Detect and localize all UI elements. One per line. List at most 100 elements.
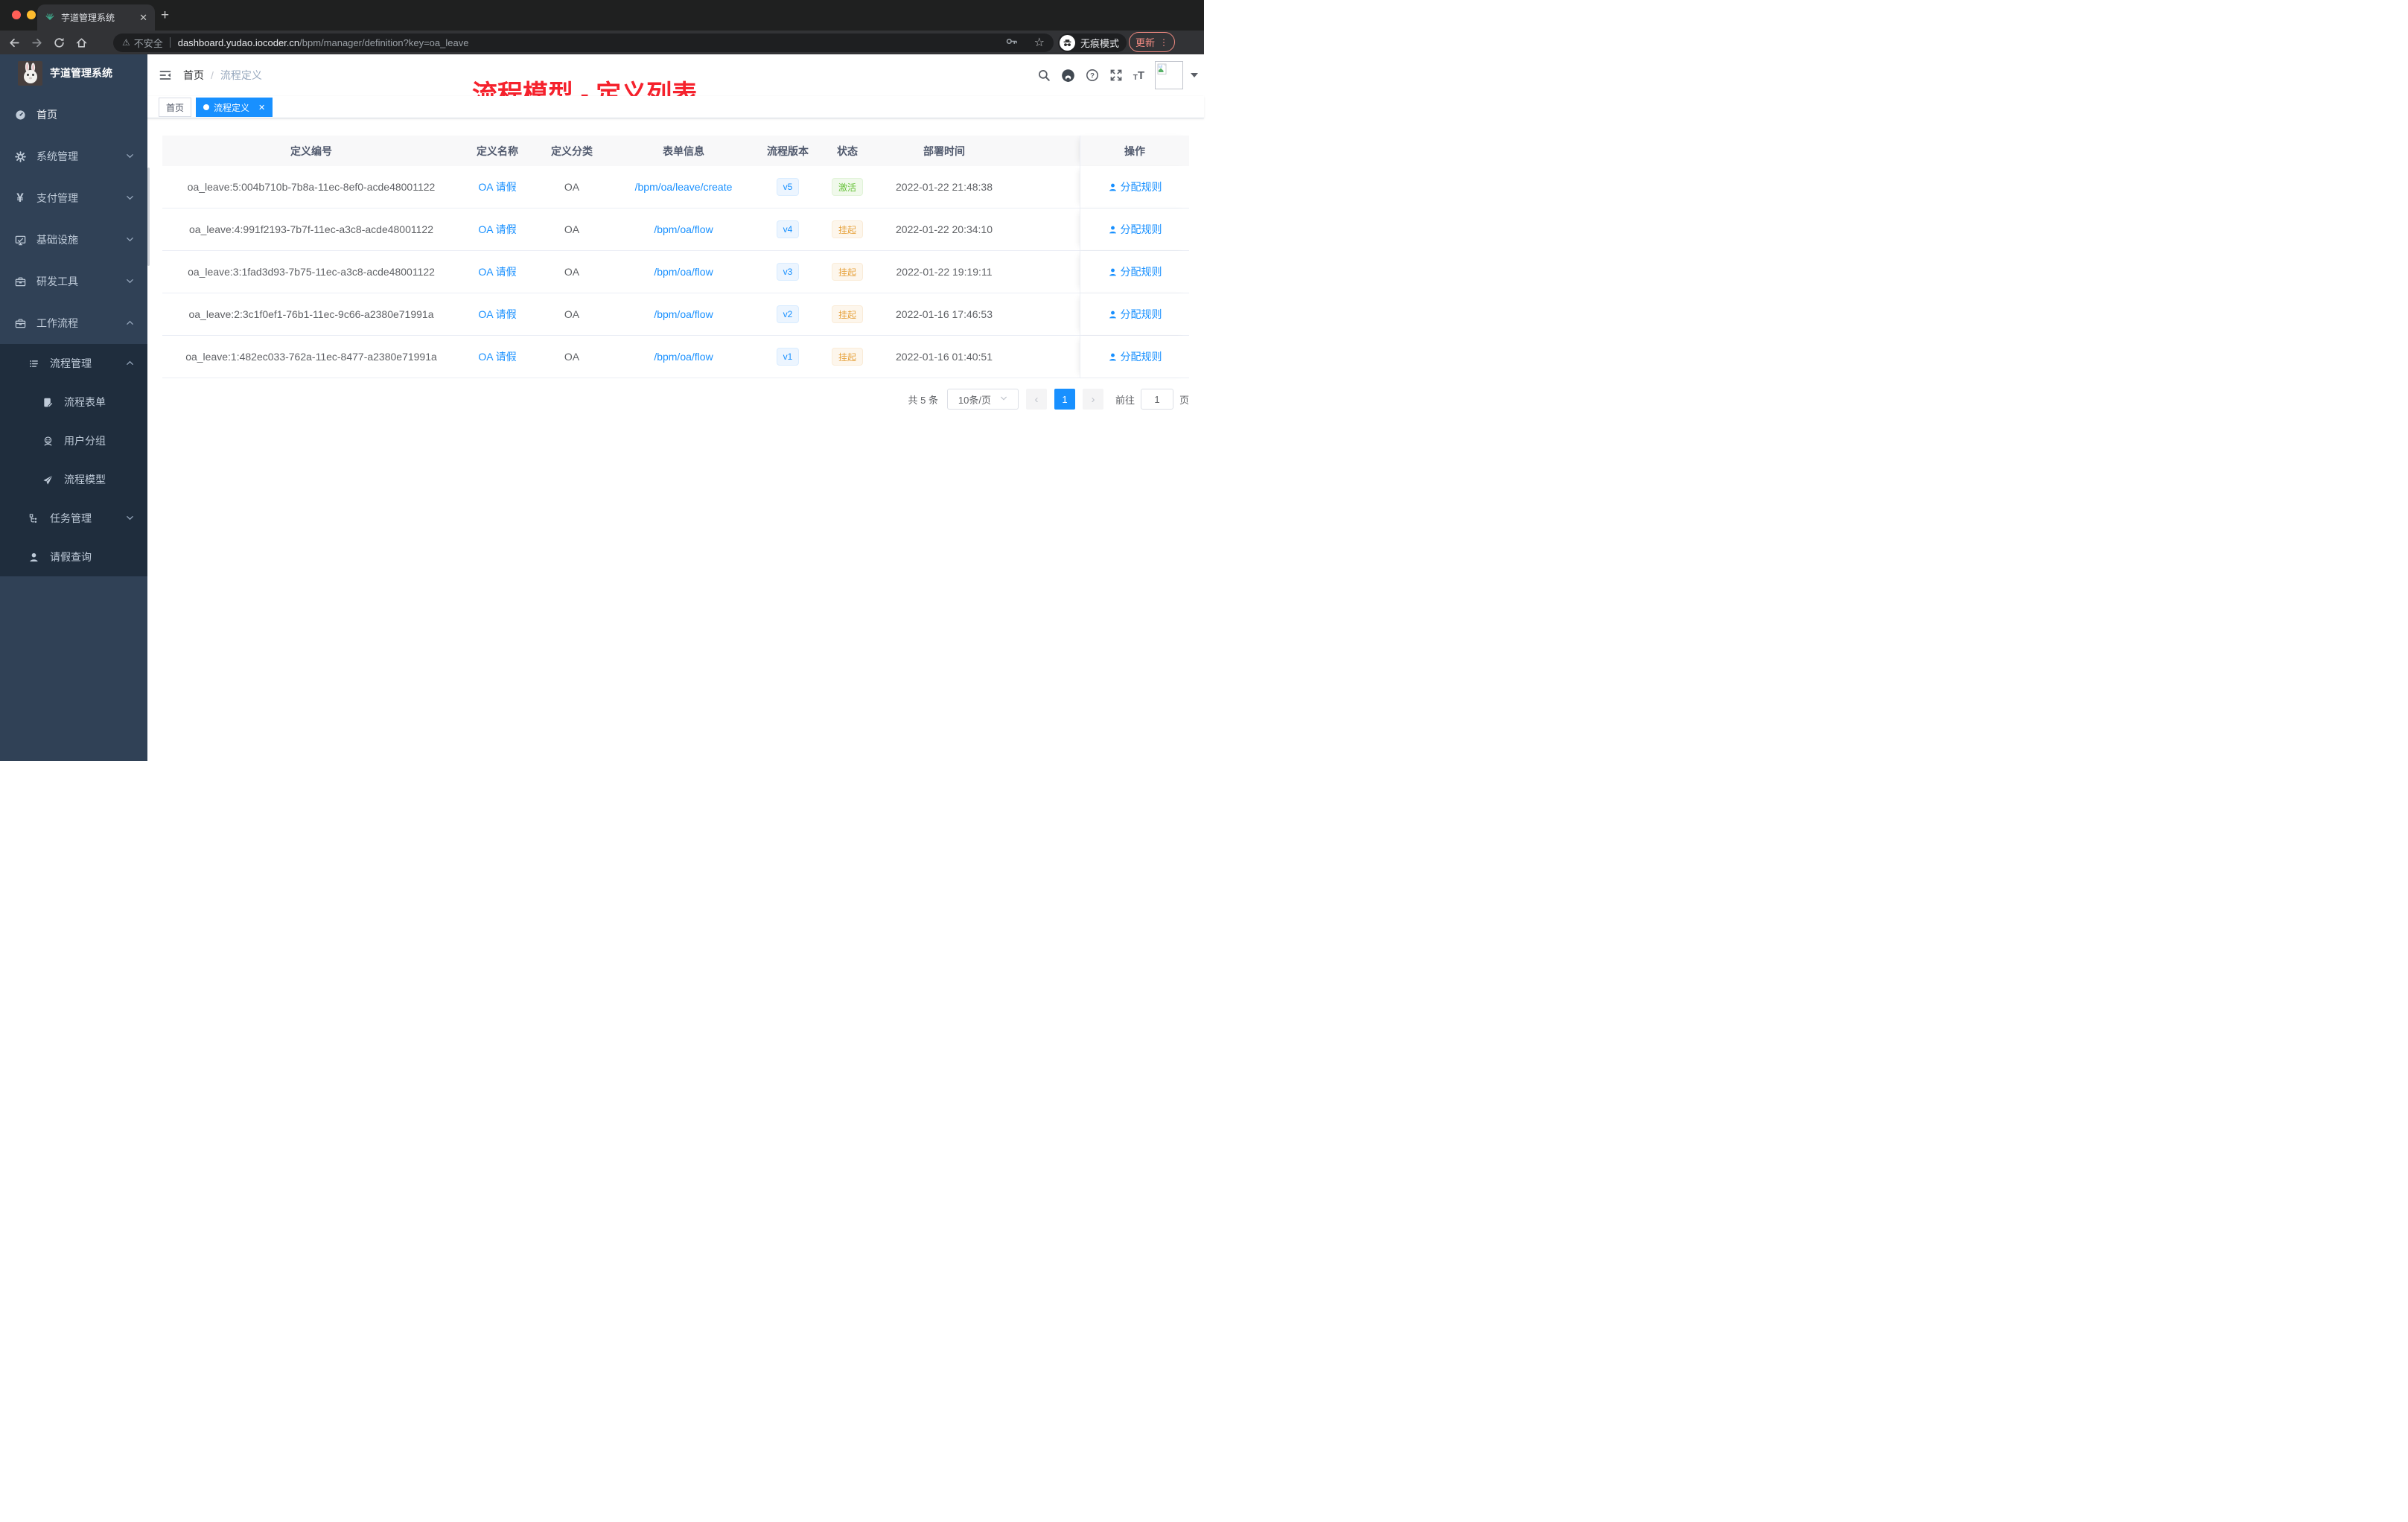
assign-rule-link[interactable]: 分配规则	[1108, 222, 1162, 237]
fullscreen-icon[interactable]	[1109, 69, 1123, 82]
new-tab-button[interactable]: +	[161, 7, 169, 24]
sidebar-item-leave-query[interactable]: 请假查询	[0, 538, 147, 576]
page-number-1[interactable]: 1	[1054, 389, 1075, 410]
goto-page-input[interactable]	[1140, 389, 1173, 410]
form-link[interactable]: /bpm/oa/flow	[654, 351, 713, 363]
sidebar-item-infra[interactable]: 基础设施	[0, 219, 147, 261]
tab-close-icon[interactable]: ✕	[139, 12, 147, 24]
assign-rule-link[interactable]: 分配规则	[1108, 307, 1162, 322]
version-badge: v3	[776, 263, 800, 281]
column-header-actions: 操作	[1080, 136, 1189, 166]
sidebar-item-process-model[interactable]: 流程模型	[0, 460, 147, 499]
sidebar-item-devtools[interactable]: 研发工具	[0, 261, 147, 302]
minimize-window-button[interactable]	[27, 10, 36, 19]
sidebar-item-system[interactable]: 系统管理	[0, 136, 147, 177]
pagination: 共 5 条 10条/页 ‹ 1 › 前往 页	[162, 389, 1189, 410]
sidebar: 芋道管理系统 首页 系统管理 ¥ 支付管理 基础设施 研发工具 工作流程 流程管…	[0, 54, 147, 761]
sidebar-item-label: 流程模型	[64, 474, 106, 485]
search-icon[interactable]	[1037, 69, 1051, 82]
sidebar-logo[interactable]: 芋道管理系统	[0, 54, 147, 92]
column-header: 定义编号	[290, 144, 332, 157]
incognito-label: 无痕模式	[1080, 37, 1120, 49]
url-bar[interactable]: ⚠ 不安全 dashboard.yudao.iocoder.cn/bpm/man…	[113, 33, 1054, 52]
github-icon[interactable]	[1061, 69, 1075, 83]
status-badge: 激活	[831, 178, 863, 196]
sidebar-scrollbar[interactable]	[147, 168, 150, 266]
sidebar-item-process-mgmt[interactable]: 流程管理	[0, 344, 147, 383]
browser-update-button[interactable]: 更新 ⋮	[1129, 32, 1175, 52]
assign-rule-link[interactable]: 分配规则	[1108, 349, 1162, 364]
back-button[interactable]	[3, 36, 25, 49]
definition-name-link[interactable]: OA 请假	[478, 179, 516, 194]
close-window-button[interactable]	[12, 10, 21, 19]
tag-close-icon[interactable]: ✕	[258, 103, 265, 112]
forward-button[interactable]	[25, 36, 48, 49]
form-link[interactable]: /bpm/oa/leave/create	[635, 181, 733, 193]
sidebar-item-label: 研发工具	[36, 276, 78, 287]
hamburger-icon[interactable]	[147, 69, 183, 82]
form-link[interactable]: /bpm/oa/flow	[654, 266, 713, 278]
sidebar-item-process-form[interactable]: 流程表单	[0, 383, 147, 421]
navbar: 首页 / 流程定义 流程模型 - 定义列表 ? TT	[147, 54, 1204, 109]
reload-button[interactable]	[48, 36, 70, 49]
definition-name-link[interactable]: OA 请假	[478, 307, 516, 322]
definition-id: oa_leave:2:3c1f0ef1-76b1-11ec-9c66-a2380…	[188, 308, 434, 320]
definition-id: oa_leave:1:482ec033-762a-11ec-8477-a2380…	[185, 351, 437, 363]
definition-name-link[interactable]: OA 请假	[478, 349, 516, 364]
tag-home[interactable]: 首页	[159, 98, 192, 117]
definition-category: OA	[564, 351, 580, 363]
sidebar-item-label: 系统管理	[36, 150, 78, 162]
tag-process-definition[interactable]: 流程定义 ✕	[196, 98, 273, 117]
bookmark-star-icon[interactable]: ☆	[1034, 35, 1045, 50]
user-icon	[1109, 183, 1116, 191]
sidebar-item-task-mgmt[interactable]: 任务管理	[0, 499, 147, 538]
definition-category: OA	[564, 223, 580, 235]
logo-avatar	[18, 60, 42, 86]
app-main: 定义编号 定义名称 定义分类 表单信息 流程版本 状态 部署时间 操作 oa_l…	[147, 118, 1204, 410]
form-link[interactable]: /bpm/oa/flow	[654, 223, 713, 235]
help-icon[interactable]: ?	[1086, 69, 1099, 82]
sidebar-item-label: 基础设施	[36, 234, 78, 246]
security-label[interactable]: 不安全	[134, 36, 163, 50]
incognito-badge: 无痕模式	[1058, 33, 1127, 52]
total-count: 共 5 条	[908, 394, 938, 406]
next-page-button[interactable]: ›	[1082, 389, 1103, 410]
sidebar-item-home[interactable]: 首页	[0, 94, 147, 136]
sidebar-item-user-group[interactable]: 用户分组	[0, 421, 147, 460]
definition-name-link[interactable]: OA 请假	[478, 264, 516, 279]
font-size-icon[interactable]: TT	[1133, 69, 1144, 82]
user-icon	[1109, 226, 1116, 233]
tag-label: 流程定义	[214, 102, 250, 113]
breadcrumb: 首页 / 流程定义	[183, 68, 262, 83]
breadcrumb-home[interactable]: 首页	[183, 68, 204, 83]
url-path: /bpm/manager/definition?key=oa_leave	[299, 36, 469, 48]
version-badge: v2	[776, 305, 800, 323]
home-button[interactable]	[70, 36, 92, 49]
browser-tab[interactable]: 芋道管理系统 ✕	[37, 4, 155, 31]
page-size-value: 10条/页	[958, 394, 991, 406]
page-size-select[interactable]: 10条/页	[946, 389, 1019, 410]
caret-down-icon[interactable]	[1191, 73, 1198, 77]
definition-name-link[interactable]: OA 请假	[478, 222, 516, 237]
form-link[interactable]: /bpm/oa/flow	[654, 308, 713, 320]
not-secure-warning-icon: ⚠	[122, 37, 130, 48]
table-row: oa_leave:3:1fad3d93-7b75-11ec-a3c8-acde4…	[162, 251, 1189, 293]
column-header: 流程版本	[767, 144, 809, 157]
sidebar-menu: 首页 系统管理 ¥ 支付管理 基础设施 研发工具 工作流程 流程管理 流程表单 …	[0, 92, 147, 576]
status-badge: 挂起	[831, 305, 863, 323]
sidebar-item-workflow[interactable]: 工作流程	[0, 302, 147, 344]
avatar[interactable]	[1155, 61, 1183, 89]
version-badge: v5	[776, 178, 800, 196]
form-icon	[42, 396, 54, 408]
menu-dots-icon[interactable]: ⋮	[1159, 37, 1168, 48]
sidebar-item-payment[interactable]: ¥ 支付管理	[0, 177, 147, 219]
url-separator	[169, 37, 171, 48]
assign-rule-link[interactable]: 分配规则	[1108, 179, 1162, 194]
tag-label: 首页	[166, 102, 185, 113]
prev-page-button[interactable]: ‹	[1025, 389, 1047, 410]
definition-id: oa_leave:4:991f2193-7b7f-11ec-a3c8-acde4…	[189, 223, 433, 235]
briefcase-icon	[14, 276, 26, 287]
assign-rule-link[interactable]: 分配规则	[1108, 264, 1162, 279]
password-key-icon[interactable]	[1005, 35, 1018, 50]
deploy-time: 2022-01-22 20:34:10	[896, 223, 993, 235]
